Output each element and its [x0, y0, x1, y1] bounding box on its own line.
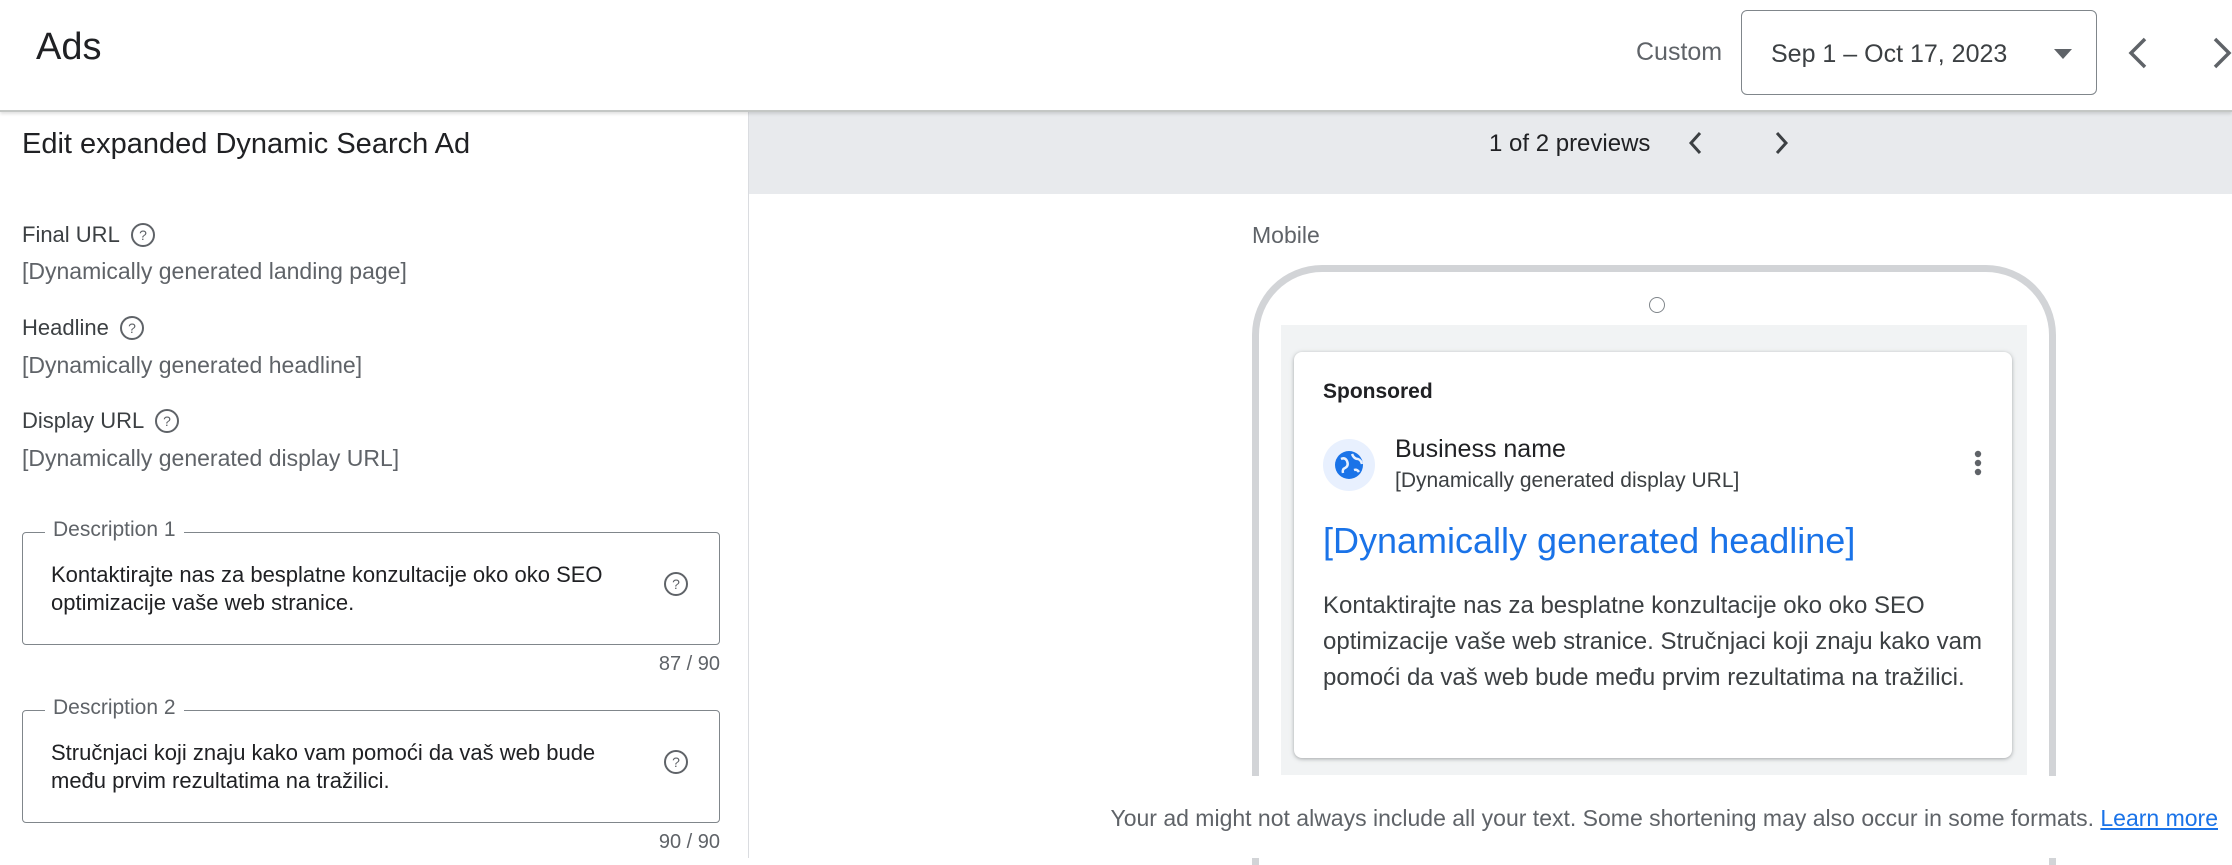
- help-icon[interactable]: ?: [154, 408, 180, 434]
- svg-text:?: ?: [672, 576, 680, 592]
- chevron-left-icon: [1688, 131, 1702, 155]
- chevron-left-icon: [2128, 37, 2147, 69]
- final-url-label: Final URL ?: [22, 222, 156, 248]
- description-1-counter: 87 / 90: [658, 653, 720, 675]
- final-url-value: [Dynamically generated landing page]: [22, 258, 407, 284]
- ad-preview-card: Sponsored Business name [Dynamically gen…: [1294, 352, 2012, 758]
- dropdown-arrow-icon: [2054, 49, 2072, 59]
- business-name: Business name: [1395, 435, 1566, 463]
- top-app-bar: Ads Custom Sep 1 – Oct 17, 2023: [0, 0, 2232, 112]
- preview-count: 1 of 2 previews: [1489, 130, 1651, 157]
- phone-frame: Sponsored Business name [Dynamically gen…: [1252, 265, 2056, 865]
- help-icon[interactable]: ?: [130, 222, 156, 248]
- help-icon[interactable]: ?: [663, 571, 689, 597]
- ad-headline-link[interactable]: [Dynamically generated headline]: [1323, 520, 1855, 562]
- final-url-label-text: Final URL: [22, 222, 120, 247]
- description-2-counter: 90 / 90: [658, 831, 720, 853]
- more-options-icon[interactable]: [1974, 450, 1982, 476]
- chevron-right-icon: [1775, 131, 1789, 155]
- app-title: Ads: [36, 26, 102, 68]
- previous-preview-button[interactable]: [1687, 130, 1703, 159]
- description-1-input[interactable]: Kontaktirajte nas za besplatne konzultac…: [51, 561, 641, 617]
- editor-title: Edit expanded Dynamic Search Ad: [22, 128, 471, 160]
- display-url-value: [Dynamically generated display URL]: [22, 445, 400, 471]
- device-label: Mobile: [1252, 222, 1320, 248]
- description-1-field[interactable]: Description 1 Kontaktirajte nas za bespl…: [22, 518, 720, 645]
- ad-editor-panel: Edit expanded Dynamic Search Ad Final UR…: [0, 112, 748, 858]
- display-url-label: Display URL ?: [22, 408, 180, 434]
- learn-more-link[interactable]: Learn more: [2100, 805, 2218, 831]
- svg-text:?: ?: [139, 227, 147, 243]
- chevron-right-icon: [2213, 37, 2232, 69]
- headline-label-text: Headline: [22, 315, 109, 340]
- description-1-label: Description 1: [45, 518, 184, 542]
- ad-preview-panel: 1 of 2 previews Mobile Sponsored Busines…: [748, 112, 2232, 865]
- help-icon[interactable]: ?: [119, 315, 145, 341]
- phone-camera: [1649, 297, 1665, 313]
- globe-icon: [1323, 439, 1375, 491]
- description-2-input[interactable]: Stručnjaci koji znaju kako vam pomoći da…: [51, 739, 641, 795]
- ad-description: Kontaktirajte nas za besplatne konzultac…: [1323, 592, 1982, 691]
- date-range-selector[interactable]: Sep 1 – Oct 17, 2023: [1741, 10, 2097, 95]
- date-range-value: Sep 1 – Oct 17, 2023: [1771, 40, 2008, 68]
- phone-screen: Sponsored Business name [Dynamically gen…: [1281, 325, 2027, 775]
- ad-display-url: [Dynamically generated display URL]: [1395, 469, 1740, 492]
- description-2-label: Description 2: [45, 696, 184, 720]
- previous-period-button[interactable]: [2126, 36, 2150, 73]
- next-period-button[interactable]: [2212, 36, 2232, 73]
- sponsored-label: Sponsored: [1323, 380, 1433, 403]
- preview-pager: 1 of 2 previews: [749, 112, 2232, 194]
- headline-value: [Dynamically generated headline]: [22, 352, 363, 378]
- svg-text:?: ?: [672, 754, 680, 770]
- display-url-label-text: Display URL: [22, 408, 145, 433]
- disclaimer: Your ad might not always include all you…: [1110, 805, 2218, 832]
- date-range-type-label: Custom: [1636, 38, 1723, 66]
- disclaimer-text: Your ad might not always include all you…: [1110, 805, 2094, 831]
- next-preview-button[interactable]: [1774, 130, 1790, 159]
- help-icon[interactable]: ?: [663, 749, 689, 775]
- description-2-field[interactable]: Description 2 Stručnjaci koji znaju kako…: [22, 696, 720, 823]
- svg-text:?: ?: [128, 320, 136, 336]
- headline-label: Headline ?: [22, 315, 145, 341]
- svg-text:?: ?: [163, 413, 171, 429]
